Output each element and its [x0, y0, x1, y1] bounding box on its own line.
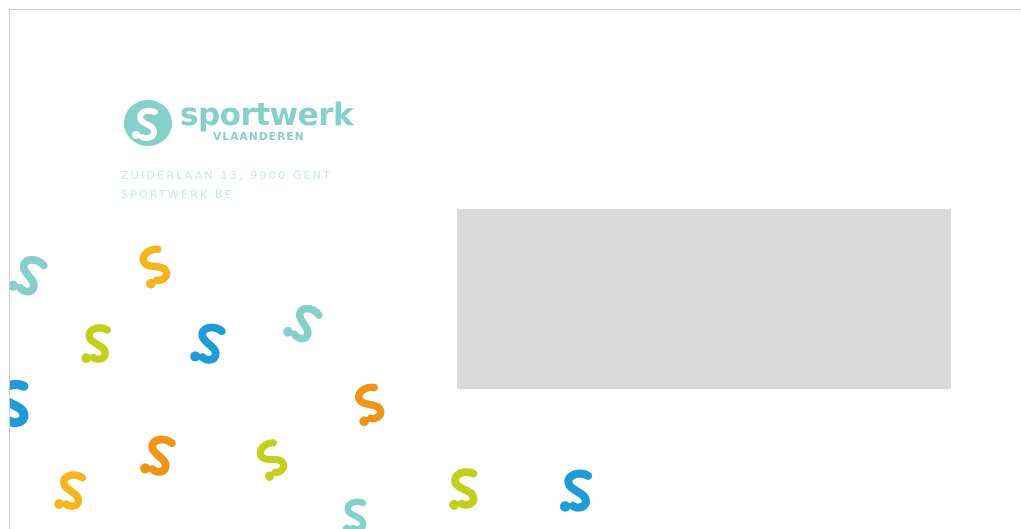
envelope: sportwerk VLAANDEREN ZUIDERLAAN 13, 9000…	[9, 9, 1021, 529]
sportwerk-logo-icon	[124, 100, 172, 146]
address-website: SPORTWERK.BE	[121, 188, 234, 201]
s-mark-icon	[283, 304, 323, 343]
s-mark-icon	[256, 439, 288, 481]
address-street: ZUIDERLAAN 13, 9000 GENT	[121, 169, 333, 182]
brand-subtitle: VLAANDEREN	[213, 131, 305, 143]
s-mark-icon	[140, 435, 176, 476]
s-mark-icon	[10, 379, 29, 428]
s-mark-icon	[10, 255, 48, 296]
s-mark-icon	[449, 468, 478, 510]
s-mark-icon	[139, 245, 171, 289]
s-mark-icon	[342, 498, 367, 529]
s-mark-icon	[190, 323, 226, 364]
s-mark-icon	[81, 324, 111, 363]
sender-address: ZUIDERLAAN 13, 9000 GENT SPORTWERK.BE	[121, 166, 332, 204]
sportwerk-logo: sportwerk VLAANDEREN	[122, 98, 362, 148]
s-mark-icon	[355, 383, 385, 427]
s-mark-icon	[560, 469, 593, 512]
s-mark-icon	[54, 471, 87, 510]
brand-name: sportwerk	[180, 97, 354, 133]
address-window	[457, 209, 951, 389]
